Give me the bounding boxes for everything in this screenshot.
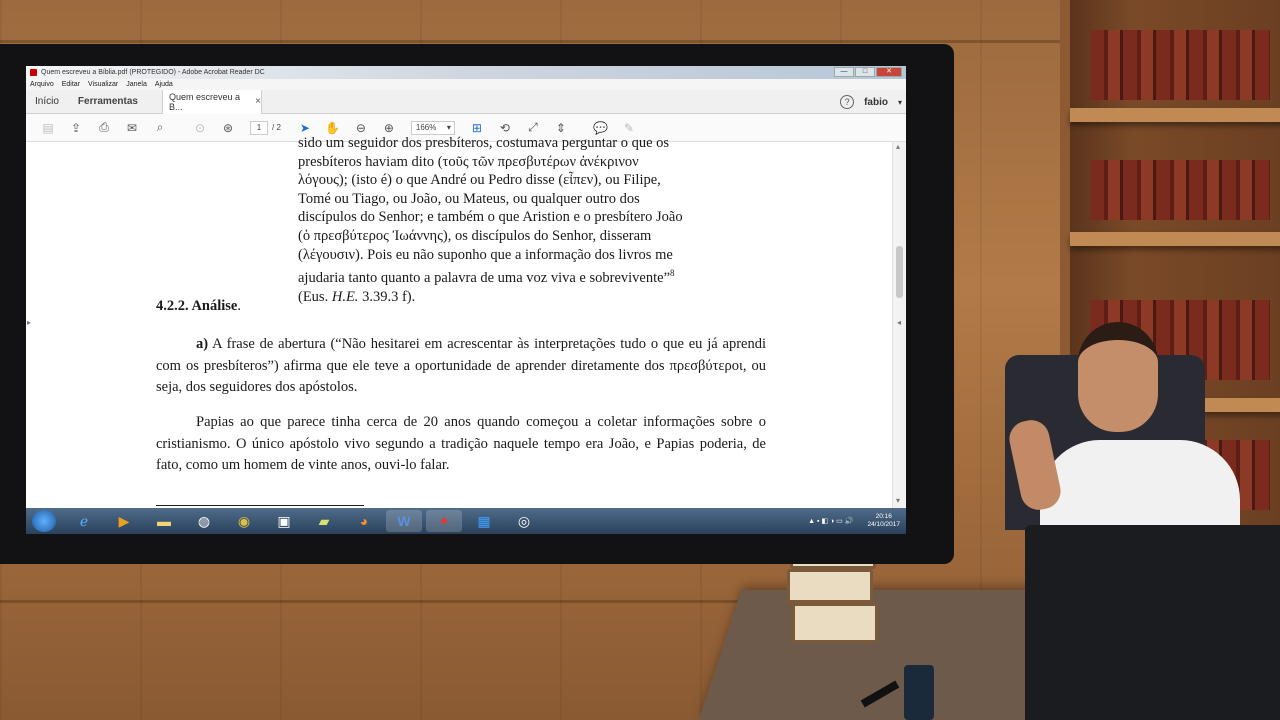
- user-name[interactable]: fabio: [864, 97, 888, 108]
- left-panel-toggle-icon[interactable]: ▸: [27, 318, 31, 327]
- system-tray: ▲ ▪ ◧ ◑ ▭ 🔊 20:16 24/10/2017: [808, 508, 900, 534]
- zoom-select[interactable]: 166%: [410, 120, 455, 135]
- shelf: [1070, 108, 1280, 122]
- tray-icons[interactable]: ▲ ▪ ◧ ◑ ▭ 🔊: [808, 517, 853, 525]
- footnote-marker[interactable]: 8: [670, 268, 675, 278]
- monitor-back: [1025, 525, 1280, 720]
- start-button[interactable]: [32, 510, 56, 532]
- desktop-screen: Quem escreveu a Bíblia.pdf (PROTEGIDO) -…: [26, 66, 906, 534]
- print-icon[interactable]: ⎙: [90, 118, 118, 138]
- quote-citation: (Eus. H.E. 3.39.3 f).: [298, 288, 416, 305]
- vertical-scrollbar[interactable]: ▴ ◂ ▾: [892, 142, 906, 508]
- quote-line: discípulos do Senhor; e também o que Ari…: [298, 209, 683, 226]
- user-area: ? fabio ▾: [840, 90, 902, 114]
- page-number-input[interactable]: 1: [250, 120, 268, 135]
- acrobat-app-icon: [30, 69, 37, 76]
- page-total: / 2: [272, 123, 281, 132]
- tab-document[interactable]: Quem escreveu a B... ×: [161, 89, 262, 114]
- window-title: Quem escreveu a Bíblia.pdf (PROTEGIDO) -…: [41, 69, 265, 76]
- menu-visualizar[interactable]: Visualizar: [88, 81, 118, 88]
- media-player-icon[interactable]: ▶: [106, 510, 142, 532]
- globe-icon[interactable]: ◎: [506, 510, 542, 532]
- email-icon[interactable]: ✉: [118, 118, 146, 138]
- minimize-button[interactable]: —: [834, 67, 854, 77]
- footnote-separator: [156, 505, 364, 506]
- scroll-up-icon[interactable]: ▴: [896, 142, 900, 151]
- maximize-button[interactable]: □: [855, 67, 875, 77]
- tab-tools[interactable]: Ferramentas: [68, 96, 148, 107]
- presenter-head: [1078, 322, 1158, 432]
- scrollbar-thumb[interactable]: [896, 246, 903, 298]
- books-row: [1090, 30, 1270, 100]
- tab-document-label: Quem escreveu a B...: [168, 91, 240, 112]
- user-menu-caret-icon[interactable]: ▾: [898, 98, 902, 107]
- clock[interactable]: 20:16 24/10/2017: [867, 513, 900, 529]
- window-titlebar: Quem escreveu a Bíblia.pdf (PROTEGIDO) -…: [26, 66, 906, 79]
- paragraph-a: a) A frase de abertura (“Não hesitarei e…: [156, 336, 766, 395]
- tab-home[interactable]: Início: [26, 96, 68, 107]
- close-window-button[interactable]: ✕: [876, 67, 902, 77]
- quote-line: presbíteros haviam dito (τοῦς τῶν πρεσβυ…: [298, 153, 639, 170]
- page-down-icon[interactable]: ⊛: [214, 118, 242, 138]
- tab-bar: Início Ferramentas Quem escreveu a B... …: [26, 89, 906, 114]
- books-row: [1090, 160, 1270, 220]
- quote-line: Tomé ou Tiago, ou João, ou Mateus, ou qu…: [298, 190, 640, 207]
- network-icon[interactable]: ◍: [186, 510, 222, 532]
- tab-close-icon[interactable]: ×: [255, 96, 261, 107]
- scroll-down-icon[interactable]: ▾: [896, 496, 900, 505]
- page-up-icon[interactable]: ⊙: [186, 118, 214, 138]
- pdf-page: sido um seguidor dos presbíteros, costum…: [36, 135, 886, 508]
- quote-line-last: ajudaria tanto quanto a palavra de uma v…: [298, 268, 675, 286]
- bottle: [904, 665, 934, 720]
- quote-line: λόγους); (isto é) o que André ou Pedro d…: [298, 172, 661, 189]
- acrobat-reader-icon[interactable]: ✦: [426, 510, 462, 532]
- paragraph-papias: Papias ao que parece tinha cerca de 20 a…: [156, 414, 766, 473]
- search-icon[interactable]: ⌕: [146, 118, 174, 138]
- quote-line: (ὁ πρεσβύτερος Ἰωάννης), os discípulos d…: [298, 227, 652, 244]
- help-icon[interactable]: ?: [840, 95, 855, 109]
- file-explorer-icon[interactable]: ▬: [146, 510, 182, 532]
- word-icon[interactable]: W: [386, 510, 422, 532]
- menu-editar[interactable]: Editar: [62, 81, 80, 88]
- upload-icon[interactable]: ⇪: [62, 118, 90, 138]
- menu-arquivo[interactable]: Arquivo: [30, 81, 54, 88]
- window-controls: — □ ✕: [834, 67, 902, 77]
- block-quote: sido um seguidor dos presbíteros, costum…: [298, 134, 778, 306]
- internet-explorer-icon[interactable]: ℯ: [66, 510, 102, 532]
- clock-time: 20:16: [875, 513, 892, 520]
- right-panel-toggle-icon[interactable]: ◂: [897, 318, 901, 327]
- quote-line: sido um seguidor dos presbíteros, costum…: [298, 135, 670, 151]
- windows-store-icon[interactable]: ▦: [466, 510, 502, 532]
- screen-capture-icon[interactable]: ▣: [266, 510, 302, 532]
- windows-taskbar: ℯ ▶ ▬ ◍ ◉ ▣ ▰ ◕ W ✦ ▦ ◎ ▲ ▪ ◧ ◑ ▭ 🔊 20:1…: [26, 508, 906, 534]
- section-heading: 4.2.2. Análise.: [156, 298, 241, 314]
- menu-bar: Arquivo Editar Visualizar Janela Ajuda: [26, 79, 906, 90]
- document-viewport[interactable]: ▸ sido um seguidor dos presbíteros, cost…: [26, 135, 906, 508]
- chrome-icon[interactable]: ◉: [226, 510, 262, 532]
- firefox-icon[interactable]: ◕: [346, 510, 382, 532]
- save-icon[interactable]: ▤: [34, 118, 62, 138]
- page-navigator: 1 / 2: [250, 120, 281, 135]
- shelf: [1070, 232, 1280, 246]
- menu-janela[interactable]: Janela: [126, 81, 147, 88]
- menu-ajuda[interactable]: Ajuda: [155, 81, 173, 88]
- folder-icon[interactable]: ▰: [306, 510, 342, 532]
- paragraph-label: a): [196, 336, 209, 352]
- clock-date: 24/10/2017: [867, 521, 900, 528]
- quote-line: (λέγουσιν). Pois eu não suponho que a in…: [298, 246, 673, 263]
